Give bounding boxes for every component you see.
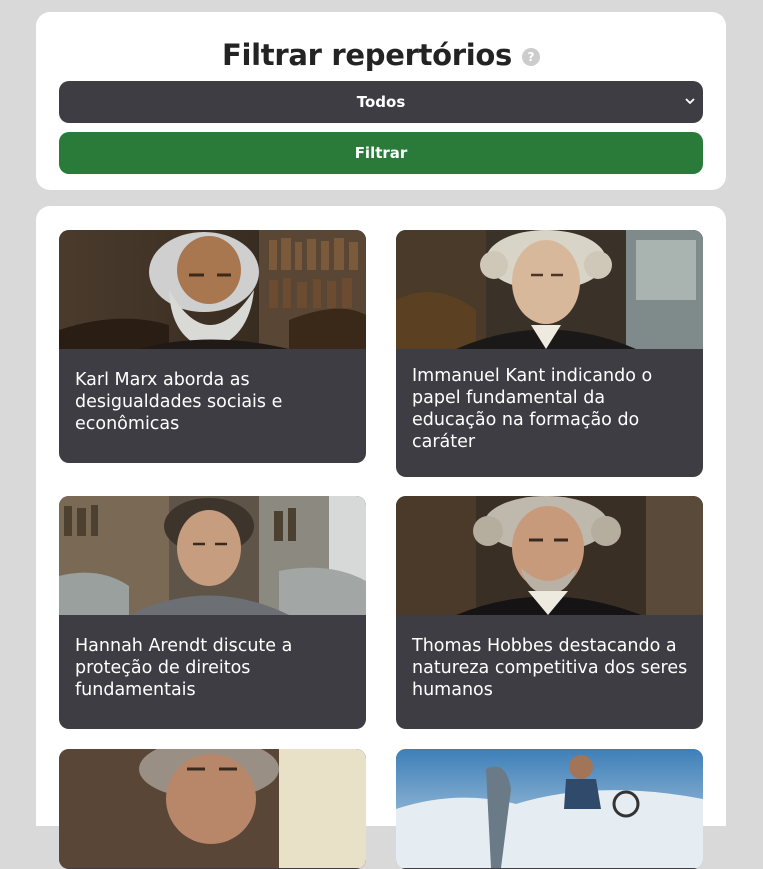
thomas-hobbes-image [396,496,703,615]
hannah-arendt-image [59,496,366,615]
help-icon[interactable]: ? [522,48,541,66]
category-select-value: Todos [356,93,406,111]
page-title: Filtrar repertórios [221,38,513,72]
filter-panel: Filtrar repertórios ? Todos Filtrar [36,12,726,190]
immanuel-kant-image [396,230,703,349]
card-karl-marx[interactable]: Karl Marx aborda as desigualdades sociai… [59,230,366,463]
card-caption: Thomas Hobbes destacando a natureza comp… [412,636,688,700]
card-caption: Hannah Arendt discute a proteção de dire… [75,636,293,700]
card-caption: Karl Marx aborda as desigualdades sociai… [75,370,283,434]
card-5[interactable] [59,749,366,869]
cards-panel: Karl Marx aborda as desigualdades sociai… [36,206,726,869]
card-caption: Immanuel Kant indicando o papel fundamen… [412,366,653,452]
card-hannah-arendt[interactable]: Hannah Arendt discute a proteção de dire… [59,496,366,729]
card-6-image [396,749,703,868]
category-select[interactable]: Todos [59,81,703,123]
karl-marx-image [59,230,366,349]
chevron-down-icon [683,92,697,110]
title-row: Filtrar repertórios ? [36,38,726,72]
card-thomas-hobbes[interactable]: Thomas Hobbes destacando a natureza comp… [396,496,703,729]
filter-button[interactable]: Filtrar [59,132,703,174]
card-immanuel-kant[interactable]: Immanuel Kant indicando o papel fundamen… [396,230,703,477]
card-6[interactable] [396,749,703,869]
card-5-image [59,749,366,868]
